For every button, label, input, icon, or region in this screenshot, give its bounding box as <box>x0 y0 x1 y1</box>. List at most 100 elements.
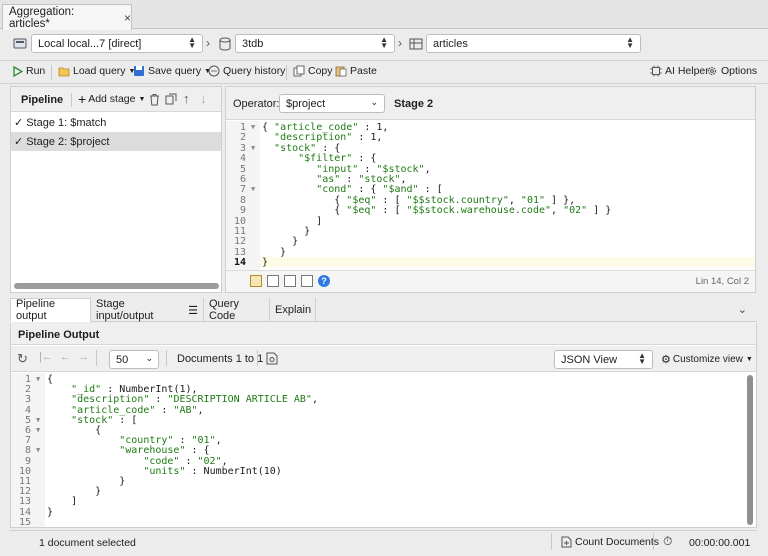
fold-toggle-icon[interactable]: ▼ <box>36 446 40 454</box>
connection-select[interactable]: Local local...7 [direct] ▲ ▼ <box>31 34 203 53</box>
fold-toggle-icon[interactable]: ▼ <box>251 185 255 193</box>
status-divider <box>551 533 552 550</box>
customize-view-button[interactable]: ⚙ Customize view ▼ <box>661 353 753 366</box>
page-size-value: 50 <box>116 353 129 366</box>
operator-select[interactable]: $project ⌄ <box>279 94 385 113</box>
options-button[interactable]: Options <box>706 65 757 77</box>
fold-toggle-icon[interactable]: ▼ <box>36 426 40 434</box>
query-history-label: Query history <box>223 65 286 77</box>
line-number: 13 <box>233 246 246 258</box>
connection-value: Local local...7 [direct] <box>38 37 142 50</box>
prev-page-icon[interactable]: ← <box>60 351 71 363</box>
chevron-down-icon[interactable]: ⌄ <box>738 303 747 316</box>
run-button[interactable]: Run <box>12 65 45 77</box>
fold-toggle-icon[interactable]: ▼ <box>251 144 255 152</box>
vertical-scrollbar[interactable] <box>747 375 753 525</box>
code-line: { "$eq" : [ "$$stock.country", "01" ] }, <box>262 194 576 206</box>
collection-select[interactable]: articles ▲ ▼ <box>426 34 641 53</box>
count-icon <box>561 536 572 548</box>
status-bar: 1 document selected Count Documents ⏱ 00… <box>10 530 757 552</box>
toolbar-divider <box>51 65 52 80</box>
first-page-icon[interactable]: |← <box>39 351 53 363</box>
fold-toggle-icon[interactable]: ▼ <box>36 416 40 424</box>
checkmark-icon[interactable]: ✓ <box>14 135 23 148</box>
load-query-button[interactable]: Load query ▼ <box>58 65 135 77</box>
editor-footer: ? Lin 14, Col 2 <box>226 270 755 292</box>
line-number: 12 <box>233 236 246 248</box>
ai-helper-button[interactable]: AI Helper <box>650 65 709 77</box>
close-tab-icon[interactable]: × <box>124 11 131 25</box>
tab-explain[interactable]: Explain <box>270 298 316 322</box>
stage-item-selected[interactable]: ✓ Stage 2: $project <box>11 132 221 151</box>
history-icon <box>208 65 220 77</box>
next-page-icon[interactable]: → <box>78 351 89 363</box>
folder-icon <box>58 67 70 76</box>
database-select[interactable]: 3tdb ▲ ▼ <box>235 34 395 53</box>
paste-button[interactable]: Paste <box>335 65 377 77</box>
duplicate-icon[interactable] <box>165 93 177 105</box>
aggregation-tab-title: Aggregation: articles* <box>9 5 75 30</box>
database-value: 3tdb <box>242 37 264 50</box>
refresh-icon[interactable]: ↻ <box>17 351 28 367</box>
ai-helper-label: AI Helper <box>665 65 709 77</box>
query-history-button[interactable]: Query history <box>208 65 285 77</box>
line-number: 3 <box>239 142 246 154</box>
pipeline-title: Pipeline <box>21 94 64 106</box>
move-up-icon[interactable]: ↑ <box>183 91 190 106</box>
code-line: ] <box>262 215 323 227</box>
run-label: Run <box>26 65 46 77</box>
options-label: Options <box>721 65 758 77</box>
documents-range: Documents 1 to 1 <box>177 353 264 365</box>
header-divider <box>71 93 72 107</box>
checkmark-icon[interactable]: ✓ <box>14 116 23 129</box>
stage-code-editor[interactable]: 1 ▼ { "article_code" : 1, 2 "description" :… <box>226 121 755 271</box>
tab-label: Stage input/output <box>96 298 154 322</box>
line-number: 14 <box>233 257 246 269</box>
horizontal-scrollbar[interactable] <box>14 283 219 289</box>
fold-toggle-icon[interactable]: ▼ <box>36 375 40 383</box>
view-mode-select[interactable]: JSON View ▲ ▼ <box>554 350 653 369</box>
move-down-icon[interactable]: ↓ <box>200 91 207 106</box>
expand-icon[interactable] <box>284 275 296 287</box>
ai-chip-icon <box>650 65 662 77</box>
page-size-select[interactable]: 50 ⌄ <box>109 350 159 369</box>
tab-label: Query Code <box>209 298 239 322</box>
save-query-button[interactable]: Save query ▼ <box>133 65 211 77</box>
output-panel: Pipeline Output ↻ |← ← → 50 ⌄ Documents … <box>10 323 757 528</box>
chevron-right-icon: › <box>398 36 402 50</box>
align-icon[interactable] <box>267 275 279 287</box>
copy-button[interactable]: Copy <box>293 65 333 77</box>
collapse-icon[interactable] <box>301 275 313 287</box>
code-line: } <box>262 257 269 269</box>
trash-icon[interactable] <box>149 93 160 106</box>
document-search-icon[interactable] <box>266 352 278 365</box>
operator-label: Operator: <box>233 98 280 110</box>
tab-pipeline-output[interactable]: Pipeline output <box>10 298 91 322</box>
code-line: { "article_code" : 1, <box>262 122 389 133</box>
tab-label: Explain <box>275 304 312 316</box>
chevron-down-icon: ⌄ <box>370 97 378 107</box>
code-line: "as" : "stock", <box>316 174 407 185</box>
count-documents-button[interactable]: Count Documents <box>561 536 659 548</box>
format-icon[interactable] <box>250 275 262 287</box>
line-number: 5 <box>239 163 246 175</box>
pipeline-panel: Pipeline + Add stage ▼ ↑ ↓ ✓ Stage 1: $m… <box>10 86 222 293</box>
selection-status: 1 document selected <box>39 537 136 549</box>
stopwatch-icon: ⏱ <box>663 534 673 548</box>
tab-query-code[interactable]: Query Code <box>204 298 270 322</box>
tab-stage-input-output[interactable]: Stage input/output ☰ <box>91 298 204 322</box>
elapsed-time: 00:00:00.001 <box>689 537 751 549</box>
stage-item[interactable]: ✓ Stage 1: $match <box>11 113 221 132</box>
json-output-view[interactable]: 1 ▼{2 "_id" : NumberInt(1), 3 "description… <box>11 373 756 528</box>
toolbar: Run Load query ▼ Save query ▼ Query hist… <box>0 60 768 84</box>
paste-label: Paste <box>350 65 377 77</box>
fold-toggle-icon[interactable]: ▼ <box>251 123 255 131</box>
select-arrows-icon: ▲ ▼ <box>380 35 388 50</box>
add-stage-button[interactable]: + Add stage ▼ <box>78 92 145 106</box>
operator-value: $project <box>286 97 326 110</box>
chevron-right-icon: › <box>206 36 210 50</box>
aggregation-tab[interactable]: Aggregation: articles* × <box>2 4 132 30</box>
help-icon[interactable]: ? <box>318 275 330 287</box>
collection-value: articles <box>433 37 468 50</box>
code-line: } <box>47 506 54 518</box>
